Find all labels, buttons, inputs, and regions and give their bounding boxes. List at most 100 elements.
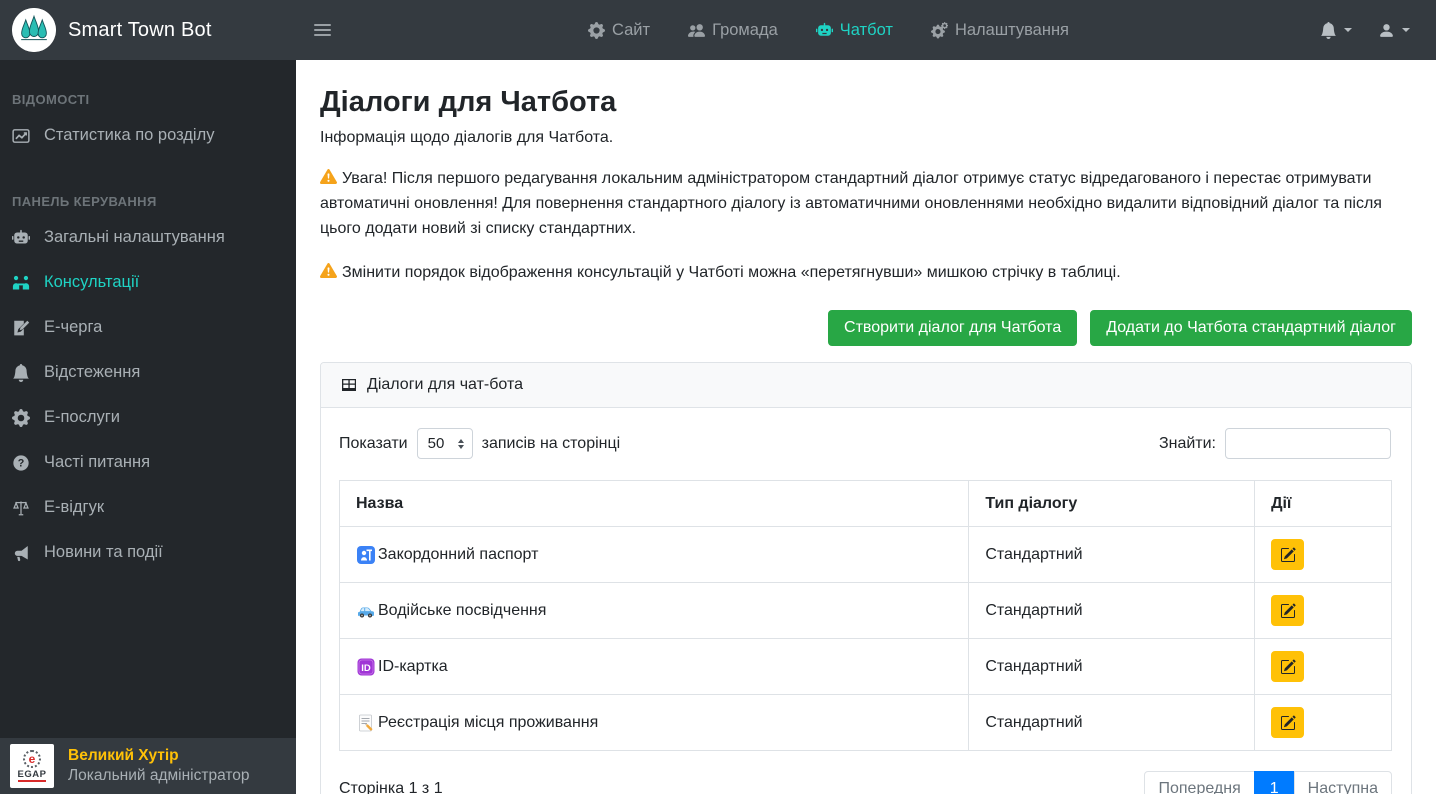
user-icon [1380,23,1393,37]
sidebar-item-label: Е-послуги [44,408,120,426]
sidebar-toggle-icon[interactable] [308,15,337,45]
handshake-icon [12,275,30,290]
id-badge-icon: ID [357,658,375,676]
svg-text:ID: ID [361,663,371,674]
search-input[interactable] [1225,428,1391,460]
nav-item-label: Чатбот [839,20,893,39]
page-info: Сторінка 1 з 1 [339,780,443,794]
sidebar-item-label: Е-відгук [44,498,105,516]
edit-button[interactable] [1271,651,1305,683]
chart-line-icon [12,128,30,143]
brand-title: Smart Town Bot [68,18,212,41]
card-header: Діалоги для чат-бота [321,363,1411,409]
sidebar-item-faq[interactable]: ? Часті питання [0,440,296,485]
sidebar-item-consultations[interactable]: Консультації [0,260,296,305]
table-row[interactable]: Реєстрація місця проживання Стандартний [338,694,1392,752]
passport-control-icon [357,545,375,564]
pencil-square-icon [1280,603,1296,618]
memo-icon [359,714,373,732]
edit-button[interactable] [1271,707,1305,739]
nav-item-chatbot[interactable]: Чатбот [815,20,893,40]
sidebar-item-equeue[interactable]: Е-черга [0,305,296,350]
sidebar-section-vidomosti: ВІДОМОСТІ [12,92,90,107]
user-dropdown[interactable] [1378,22,1410,39]
sidebar-item-efeedback[interactable]: Е-відгук [0,485,296,530]
pencil-square-icon [1280,547,1296,562]
robot-icon [815,22,833,36]
column-header-type: Тип діалогу [968,480,1256,528]
column-header-actions: Дії [1254,480,1392,528]
pagination-next[interactable]: Наступна [1293,771,1392,794]
edit-button[interactable] [1271,595,1305,627]
megaphone-icon [14,545,28,561]
nav-item-label: Сайт [612,20,651,39]
sidebar-item-label: Загальні налаштування [44,228,225,246]
create-dialog-button[interactable]: Створити діалог для Чатбота [828,310,1078,347]
user-role: Локальний адміністратор [68,767,250,784]
sidebar-section-panel: ПАНЕЛЬ КЕРУВАННЯ [12,194,157,209]
edit-button[interactable] [1271,539,1305,571]
pagination-page-1[interactable]: 1 [1253,771,1295,794]
gears-icon [930,21,948,39]
dialog-name: Водійське посвідчення [378,601,547,619]
navbar-right [1320,21,1410,39]
svg-text:?: ? [18,457,25,469]
sidebar-item-label: Е-черга [44,318,103,336]
dialog-type: Стандартний [968,694,1256,752]
pencil-square-icon [1280,715,1296,730]
table-footer: Сторінка 1 з 1 Попередня 1 Наступна [339,771,1392,794]
add-standard-dialog-button[interactable]: Додати до Чатбота стандартний діалог [1090,310,1412,347]
page-subtitle: Інформація щодо діалогів для Чатбота. [320,129,614,146]
sidebar-item-eservices[interactable]: Е-послуги [0,395,296,440]
nav-item-settings[interactable]: Налаштування [930,21,1069,40]
dialogs-card: Діалоги для чат-бота Показати 50 записів… [320,362,1412,794]
dialogs-table: Назва Тип діалогу Дії Закордонний паспор… [338,480,1392,752]
app-window: Smart Town Bot Сайт Громада Чатбот Налаш… [0,0,1436,794]
pen-document-icon [14,320,30,335]
car-icon [358,607,374,618]
page-size-select[interactable]: 50 [416,428,473,460]
pagination-prev[interactable]: Попередня [1144,771,1255,794]
card-body: Показати 50 записів на сторінці Знайти: [321,408,1411,794]
dialog-type: Стандартний [968,526,1256,584]
table-row[interactable]: ID ID-картка Стандартний [338,638,1392,696]
dialog-name: ID-картка [378,657,448,675]
page-size-label-after: записів на сторінці [481,434,621,452]
page-title: Діалоги для Чатбота [320,86,617,118]
warning-triangle-icon [320,169,337,184]
scales-icon [13,500,29,515]
dialog-type: Стандартний [968,638,1256,696]
bell-icon [13,363,29,382]
robot-icon [12,229,30,244]
sidebar-item-tracking[interactable]: Відстеження [0,350,296,395]
notifications-dropdown[interactable] [1320,21,1352,39]
brand[interactable]: Smart Town Bot [0,8,296,52]
dialog-name: Реєстрація місця проживання [378,713,599,731]
dialog-type: Стандартний [968,582,1256,640]
table-icon [342,379,356,392]
sidebar-item-statistics[interactable]: Статистика по розділу [0,113,296,158]
nav-item-label: Громада [712,20,778,39]
nav-item-community[interactable]: Громада [688,21,778,40]
table-row[interactable]: Закордонний паспорт Стандартний [338,526,1392,584]
main-nav: Сайт Громада Чатбот Налаштування [588,21,1069,40]
sidebar-item-label: Консультації [44,273,140,291]
pagination: Попередня 1 Наступна [1144,771,1392,794]
brand-logo-icon [12,8,56,52]
chevron-down-icon [1402,28,1410,32]
sidebar-item-label: Часті питання [44,453,151,471]
sidebar: ВІДОМОСТІ Статистика по розділу ПАНЕЛЬ К… [0,60,296,794]
sidebar-item-general-settings[interactable]: Загальні налаштування [0,215,296,260]
sidebar-item-news[interactable]: Новини та події [0,530,296,575]
column-header-name: Назва [338,480,970,528]
sidebar-footer: e EGAP Великий Хутір Локальний адміністр… [0,738,296,794]
search-label: Знайти: [1158,434,1216,452]
card-title: Діалоги для чат-бота [367,376,523,394]
table-row[interactable]: Водійське посвідчення Стандартний [338,582,1392,640]
top-navbar: Smart Town Bot Сайт Громада Чатбот Налаш… [0,0,1436,60]
pencil-square-icon [1280,659,1296,674]
egap-logo: e EGAP [10,744,54,788]
main-content: Діалоги для Чатбота Інформація щодо діал… [296,60,1436,794]
sidebar-item-label: Відстеження [44,363,141,381]
nav-item-site[interactable]: Сайт [588,21,650,40]
